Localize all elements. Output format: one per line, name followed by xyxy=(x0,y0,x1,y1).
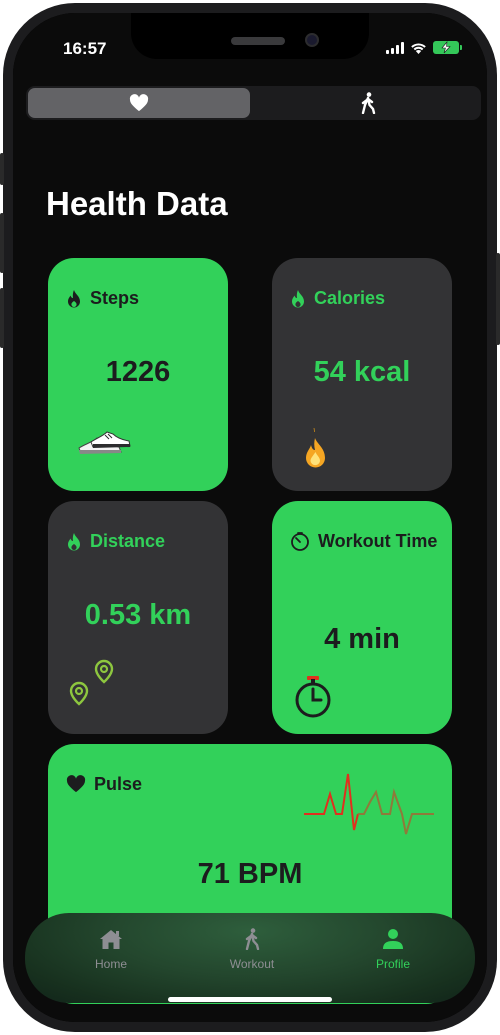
notch xyxy=(131,13,369,59)
timer-icon xyxy=(291,532,309,551)
tab-profile-label: Profile xyxy=(375,957,410,971)
distance-label: Distance xyxy=(90,531,166,551)
pulse-label: Pulse xyxy=(94,774,143,794)
house-icon xyxy=(100,930,122,949)
steps-card[interactable]: Steps 1226 xyxy=(48,258,228,491)
calories-card-header: Calories xyxy=(290,288,385,309)
walking-icon xyxy=(245,928,260,951)
front-camera xyxy=(305,33,319,47)
tab-health[interactable] xyxy=(28,88,250,118)
distance-card-header: Distance xyxy=(66,531,165,552)
tab-home-label: Home xyxy=(94,957,127,971)
workout-time-value: 4 min xyxy=(324,623,400,655)
calories-card[interactable]: Calories 54 kcal xyxy=(272,258,452,491)
tab-workout-label: Workout xyxy=(229,957,275,971)
tab-home[interactable]: Home xyxy=(61,928,161,971)
screen-bezel: 16:57 Health Data Steps 1226 Calories 54… xyxy=(13,13,487,1022)
home-indicator[interactable] xyxy=(168,997,332,1002)
fire-icon xyxy=(306,427,325,468)
walking-icon xyxy=(361,92,376,114)
signal-icon xyxy=(386,41,404,54)
pulse-value: 71 BPM xyxy=(197,858,303,890)
steps-label: Steps xyxy=(90,288,140,308)
location-pins-icon xyxy=(69,659,114,706)
top-segmented-control xyxy=(26,86,481,120)
person-icon xyxy=(383,929,403,949)
power-button xyxy=(496,253,500,345)
flame-icon xyxy=(292,290,304,308)
workout-time-card[interactable]: Workout Time 4 min xyxy=(272,501,452,734)
battery-icon xyxy=(433,41,462,54)
heartbeat-line-icon xyxy=(304,773,434,835)
app-screen: 16:57 Health Data Steps 1226 Calories 54… xyxy=(13,13,487,1022)
tab-workout[interactable]: Workout xyxy=(202,928,302,971)
heart-icon xyxy=(129,94,149,112)
tab-profile[interactable]: Profile xyxy=(343,928,443,971)
distance-value: 0.53 km xyxy=(84,599,192,631)
workout-time-card-header: Workout Time xyxy=(290,531,440,553)
bottom-tab-bar: Home Workout Profile xyxy=(25,913,475,1003)
flame-icon xyxy=(68,533,80,551)
page-title: Health Data xyxy=(46,185,228,222)
earpiece-speaker xyxy=(231,37,285,45)
phone-frame: 16:57 Health Data Steps 1226 Calories 54… xyxy=(0,3,500,1032)
workout-time-label: Workout Time xyxy=(318,531,438,551)
status-time: 16:57 xyxy=(63,39,107,58)
mute-switch xyxy=(0,153,4,185)
sneakers-icon xyxy=(78,431,131,454)
tab-activity[interactable] xyxy=(257,88,479,118)
distance-card[interactable]: Distance 0.53 km xyxy=(48,501,228,734)
stopwatch-icon xyxy=(295,676,331,718)
volume-down-button xyxy=(0,288,4,348)
steps-card-header: Steps xyxy=(66,288,139,309)
flame-icon xyxy=(68,290,80,308)
calories-label: Calories xyxy=(314,288,386,308)
volume-up-button xyxy=(0,213,4,273)
calories-value: 54 kcal xyxy=(313,356,411,388)
heart-icon xyxy=(66,775,86,793)
pulse-card-header: Pulse xyxy=(66,774,142,795)
wifi-icon xyxy=(411,42,426,54)
charging-bolt-icon xyxy=(441,41,451,54)
status-icons xyxy=(386,41,462,54)
steps-value: 1226 xyxy=(105,356,171,388)
